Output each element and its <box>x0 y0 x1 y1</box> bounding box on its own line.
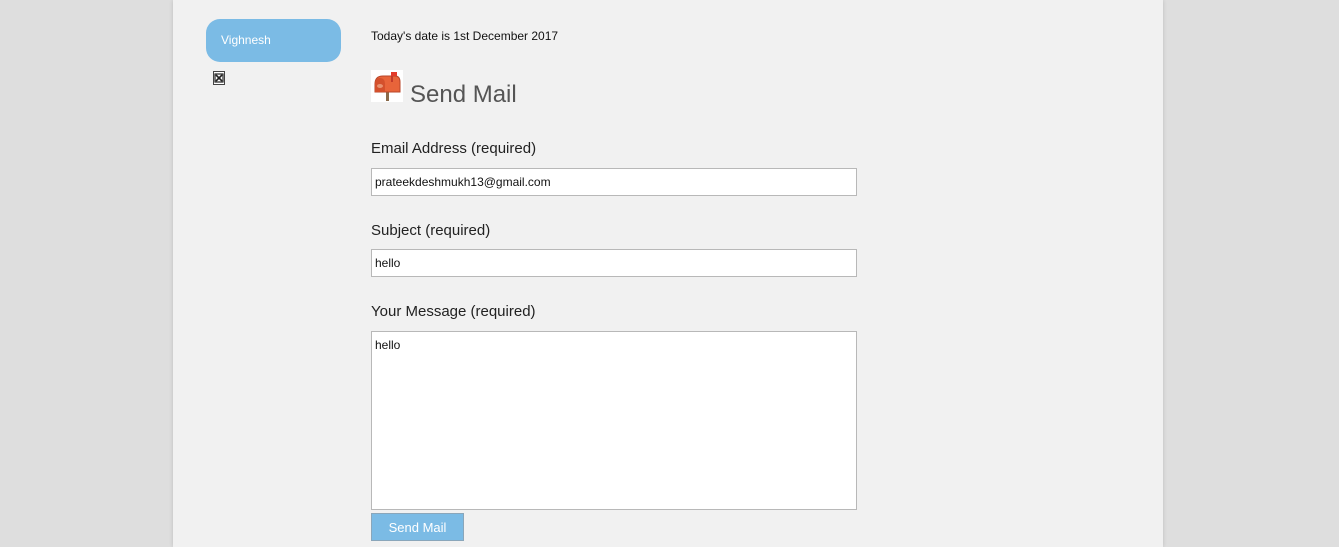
page-title: Send Mail <box>410 81 517 108</box>
user-name-button[interactable]: Vighnesh <box>206 19 341 62</box>
message-label: Your Message (required) <box>371 303 536 320</box>
message-textarea[interactable]: hello <box>371 331 857 510</box>
subject-field[interactable] <box>371 249 857 277</box>
subject-label: Subject (required) <box>371 222 491 239</box>
email-label: Email Address (required) <box>371 140 537 157</box>
send-mail-button[interactable]: Send Mail <box>371 513 464 541</box>
user-name-label: Vighnesh <box>221 33 271 47</box>
broken-image-icon <box>213 71 225 85</box>
date-text: Today's date is 1st December 2017 <box>371 29 559 43</box>
mailbox-icon <box>371 70 403 102</box>
page-container: Vighnesh Today's date is 1st December 20… <box>173 0 1163 547</box>
email-field[interactable] <box>371 168 857 196</box>
